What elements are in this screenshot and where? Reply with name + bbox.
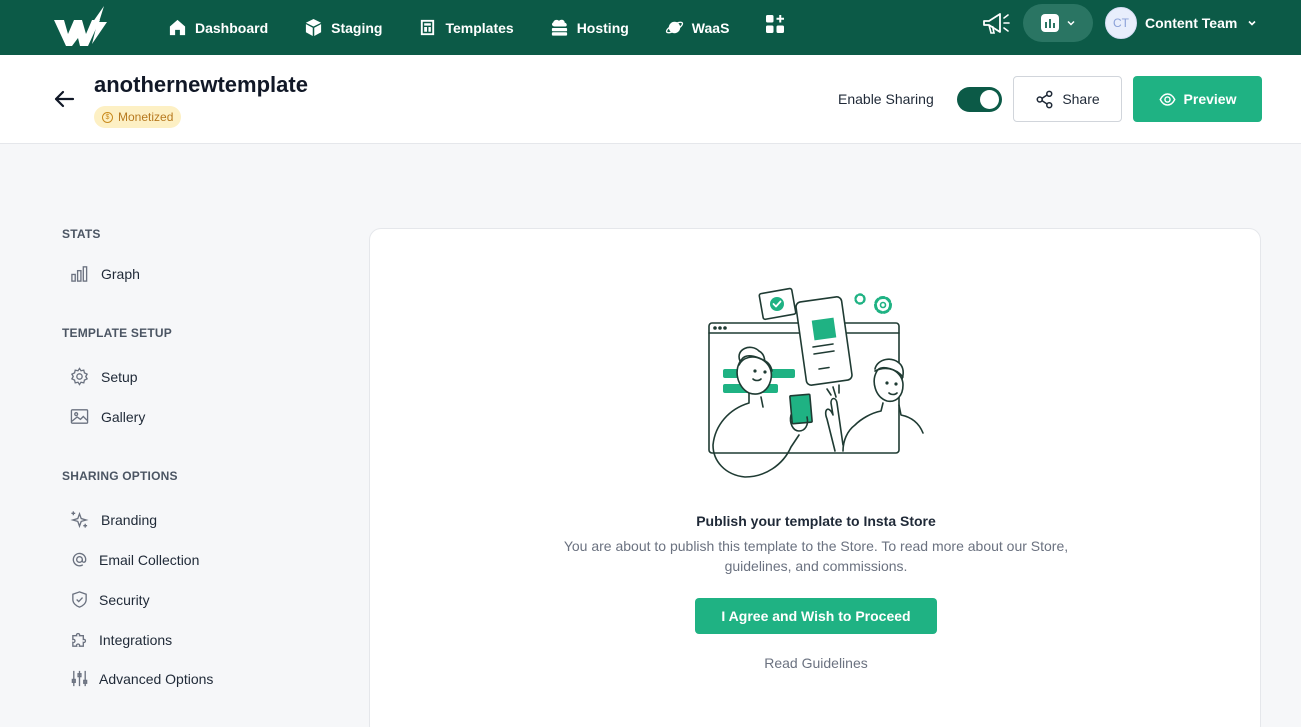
nav-dashboard-label: Dashboard [195,19,269,36]
share-button-label: Share [1062,91,1100,107]
apps-grid-icon[interactable] [765,14,785,34]
read-guidelines-link[interactable]: Read Guidelines [370,655,1262,671]
nav-waas-label: WaaS [691,19,730,36]
enable-sharing-label: Enable Sharing [838,91,934,107]
gear-icon [70,367,89,386]
chevron-down-icon [1067,20,1075,26]
sidebar-item-label: Branding [101,511,158,528]
sidebar-item-graph[interactable]: Graph [70,264,140,283]
user-menu[interactable]: CT Content Team [1105,7,1257,39]
template-header: anothernewtemplate $ Monetized Enable Sh… [0,55,1301,144]
sidebar-item-setup[interactable]: Setup [70,367,138,386]
sidebar-item-integrations[interactable]: Integrations [70,630,172,649]
sidebar-item-label: Integrations [99,631,173,648]
sidebar-item-email-collection[interactable]: Email Collection [70,550,199,569]
templates-icon [421,19,435,36]
section-template-setup: TEMPLATE SETUP [62,326,172,340]
publish-illustration [708,287,924,478]
publish-title: Publish your template to Insta Store [696,513,936,529]
nav-hosting-label: Hosting [576,19,629,36]
sidebar-item-label: Advanced Options [99,670,214,687]
sidebar-item-security[interactable]: Security [70,590,150,609]
user-name: Content Team [1145,15,1238,31]
analytics-menu[interactable] [1023,4,1093,42]
back-arrow-icon[interactable] [53,88,75,110]
brand-logo[interactable] [52,4,110,48]
share-icon [1036,90,1053,108]
nav-templates-label: Templates [445,19,514,36]
sidebar-item-label: Gallery [101,408,146,425]
top-navigation: Dashboard Staging Templates Hosting WaaS [0,0,1301,55]
analytics-icon [1041,14,1059,32]
cube-icon [306,18,322,37]
nav-dashboard[interactable]: Dashboard [168,18,268,37]
preview-button[interactable]: Preview [1133,76,1262,122]
enable-sharing-toggle[interactable] [957,87,1002,112]
avatar: CT [1105,7,1137,39]
main-nav: Dashboard Staging Templates Hosting WaaS [168,0,765,55]
section-sharing-options: SHARING OPTIONS [62,469,178,483]
bar-chart-icon [71,266,88,282]
sidebar-item-gallery[interactable]: Gallery [70,407,145,426]
nav-hosting[interactable]: Hosting [550,18,629,37]
sidebar-item-advanced-options[interactable]: Advanced Options [70,669,213,688]
agree-proceed-button[interactable]: I Agree and Wish to Proceed [695,598,937,634]
section-stats: STATS [62,227,101,241]
sidebar-item-label: Setup [101,368,138,385]
preview-button-label: Preview [1183,91,1237,107]
nav-staging-label: Staging [331,19,383,36]
sparkle-icon [70,511,89,529]
nav-staging[interactable]: Staging [304,18,382,37]
puzzle-icon [72,632,87,647]
sidebar-item-label: Email Collection [99,551,200,568]
image-icon [70,409,89,424]
publish-description: You are about to publish this template t… [563,538,1069,574]
coin-icon: $ [102,111,113,123]
nav-templates[interactable]: Templates [418,18,514,37]
sidebar-item-branding[interactable]: Branding [70,510,157,529]
monetized-badge: $ Monetized [94,106,182,128]
sidebar-item-label: Security [99,591,150,608]
eye-icon [1158,92,1176,106]
sidebar-item-label: Graph [101,265,140,282]
cloud-server-icon [551,19,567,36]
nav-waas[interactable]: WaaS [665,18,730,37]
badge-label: Monetized [118,110,174,124]
page-title: anothernewtemplate [94,72,308,97]
sliders-icon [71,670,88,687]
shield-icon [72,591,87,608]
publish-card: Publish your template to Insta Store You… [369,228,1261,727]
chevron-down-icon [1248,20,1256,26]
megaphone-icon[interactable] [980,10,1012,38]
share-button[interactable]: Share [1013,76,1122,122]
at-icon [72,552,87,567]
home-icon [169,19,186,36]
planet-icon [665,21,683,34]
